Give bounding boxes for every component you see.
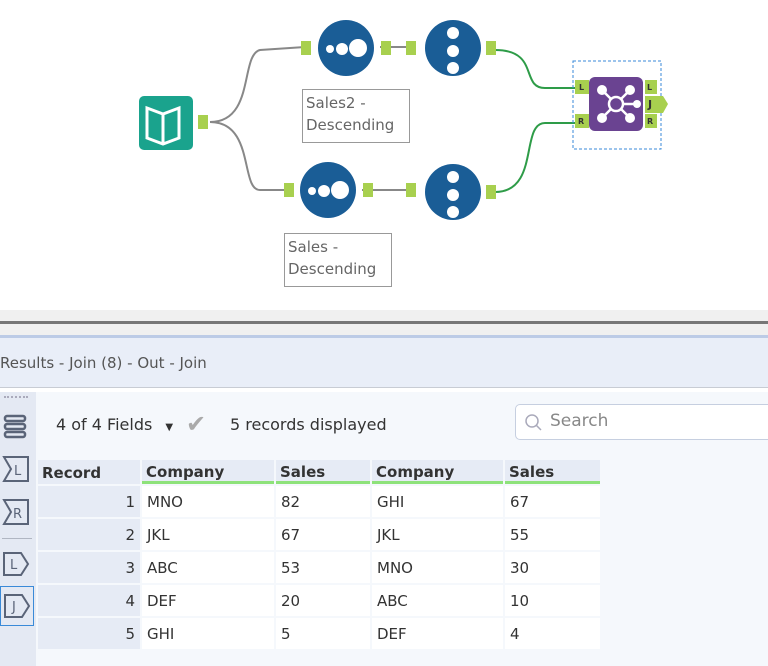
panel-splitter[interactable] [0,310,768,338]
column-header-sales-right[interactable]: Sales [505,460,600,484]
chevron-down-icon: ▼ [165,422,174,433]
column-header-company[interactable]: Company [142,460,274,484]
table-cell[interactable]: 82 [276,486,370,517]
fields-dropdown[interactable]: 4 of 4 Fields ▼ [56,415,173,434]
table-cell[interactable]: DEF [142,585,274,616]
table-row[interactable]: 2 JKL 67 JKL 55 [38,519,600,550]
table-row[interactable]: 3 ABC 53 MNO 30 [38,552,600,583]
join-output-icon[interactable]: J [0,586,34,626]
column-header-record[interactable]: Record [38,460,140,484]
svg-text:J: J [11,600,16,615]
table-cell[interactable]: 67 [505,486,600,517]
table-header-row: Record Company Sales Company Sales [38,460,600,484]
results-table: Record Company Sales Company Sales 1 MNO 8… [36,458,602,651]
table-row[interactable]: 5 GHI 5 DEF 4 [38,618,600,649]
join-input-right-label: R [578,117,584,126]
annotation-sales2[interactable]: Sales2 - Descending [302,89,410,143]
input-tool[interactable] [139,96,208,150]
join-output-right-label: R [647,117,653,126]
table-cell[interactable]: GHI [142,618,274,649]
records-status: 5 records displayed [230,415,387,434]
table-cell[interactable]: 53 [276,552,370,583]
table-cell[interactable]: DEF [372,618,503,649]
table-cell[interactable]: GHI [372,486,503,517]
record-id-tool-bottom[interactable] [406,164,496,220]
table-row[interactable]: 4 DEF 20 ABC 10 [38,585,600,616]
join-output-left-label: L [647,83,652,92]
sort-tool-bottom[interactable] [284,162,373,218]
sum-left-icon[interactable]: L [1,454,31,484]
list-icon[interactable] [1,412,31,442]
svg-text:R: R [13,507,22,522]
table-cell[interactable]: MNO [372,552,503,583]
column-header-company-right[interactable]: Company [372,460,503,484]
workflow-canvas[interactable]: L R L J R Sales2 - Descending Sales - De… [0,0,768,310]
svg-text:L: L [14,464,22,479]
sum-right-icon[interactable]: R [1,497,31,527]
svg-text:L: L [10,558,18,573]
record-cell[interactable]: 3 [38,552,140,583]
table-cell[interactable]: 20 [276,585,370,616]
table-cell[interactable]: ABC [372,585,503,616]
annotation-sales[interactable]: Sales - Descending [284,233,392,287]
join-input-left-label: L [579,83,584,92]
results-grid-panel: 4 of 4 Fields ▼ ✔ 5 records displayed Se… [36,392,768,666]
table-cell[interactable]: MNO [142,486,274,517]
search-input[interactable]: Search [515,404,768,440]
table-cell[interactable]: 10 [505,585,600,616]
results-sidebar: L R L J [0,392,36,666]
join-tool[interactable]: L R L J R [572,60,668,150]
join-output-join-label: J [647,98,652,111]
table-cell[interactable]: ABC [142,552,274,583]
check-icon: ✔ [186,410,207,438]
table-row[interactable]: 1 MNO 82 GHI 67 [38,486,600,517]
grip-icon[interactable] [4,396,28,398]
record-cell[interactable]: 4 [38,585,140,616]
record-cell[interactable]: 2 [38,519,140,550]
table-cell[interactable]: JKL [372,519,503,550]
fields-label: 4 of 4 Fields [56,415,153,434]
column-header-sales[interactable]: Sales [276,460,370,484]
left-output-icon[interactable]: L [1,549,31,579]
table-cell[interactable]: 5 [276,618,370,649]
sort-tool-top[interactable] [301,20,391,76]
table-cell[interactable]: 4 [505,618,600,649]
table-cell[interactable]: 30 [505,552,600,583]
results-title-bar: Results - Join (8) - Out - Join [0,338,768,388]
table-cell[interactable]: 55 [505,519,600,550]
table-cell[interactable]: JKL [142,519,274,550]
search-icon [525,414,542,431]
record-id-tool-top[interactable] [406,20,496,76]
results-title: Results - Join (8) - Out - Join [0,354,207,372]
search-placeholder: Search [550,411,609,431]
record-cell[interactable]: 1 [38,486,140,517]
table-cell[interactable]: 67 [276,519,370,550]
results-toolbar: 4 of 4 Fields ▼ ✔ 5 records displayed Se… [36,392,768,456]
record-cell[interactable]: 5 [38,618,140,649]
